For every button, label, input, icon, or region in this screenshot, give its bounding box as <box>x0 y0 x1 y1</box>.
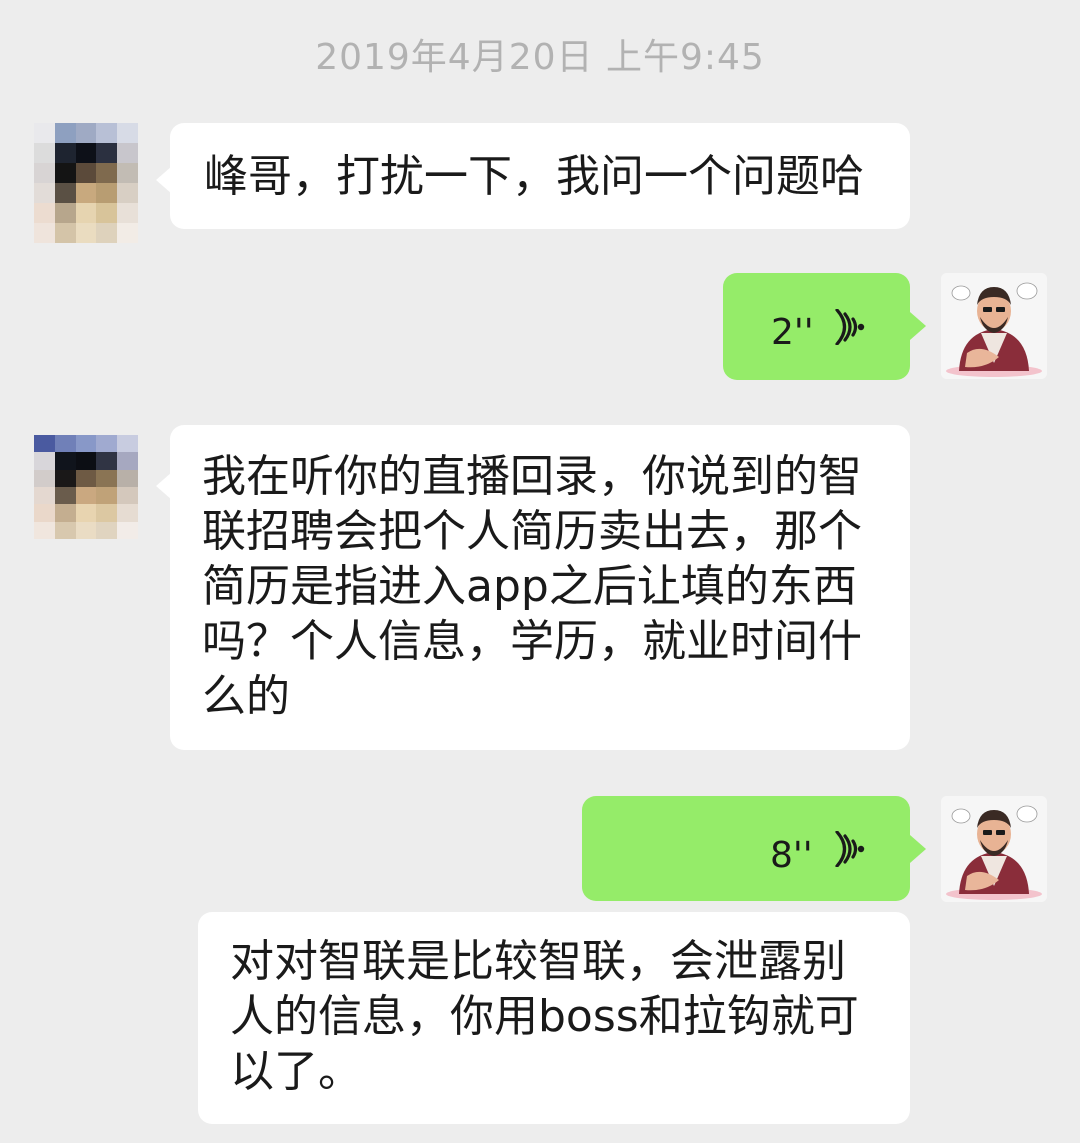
self-avatar[interactable] <box>941 796 1047 902</box>
message-text: 峰哥，打扰一下，我问一个问题哈 <box>204 151 864 202</box>
voice-wave-icon <box>835 309 865 345</box>
outgoing-text-bubble[interactable]: 对对智联是比较智联，会泄露别人的信息，你用boss和拉钩就可以了。 <box>198 912 910 1124</box>
contact-avatar[interactable] <box>34 123 138 243</box>
outgoing-voice-bubble[interactable]: 2'' <box>723 273 910 380</box>
cartoon-man-avatar-icon <box>941 273 1047 379</box>
message-text: 我在听你的直播回录，你说到的智联招聘会把个人简历卖出去，那个简历是指进入app之… <box>202 451 862 722</box>
incoming-message-bubble[interactable]: 我在听你的直播回录，你说到的智联招聘会把个人简历卖出去，那个简历是指进入app之… <box>170 425 910 750</box>
voice-wave-icon <box>835 831 865 867</box>
outgoing-bubble-tail <box>910 312 926 340</box>
chat-timestamp: 2019年4月20日 上午9:45 <box>315 37 765 78</box>
contact-avatar[interactable] <box>34 435 138 539</box>
incoming-message-bubble[interactable]: 峰哥，打扰一下，我问一个问题哈 <box>170 123 910 229</box>
self-avatar[interactable] <box>941 273 1047 379</box>
voice-duration: 2'' <box>771 312 814 353</box>
outgoing-voice-bubble[interactable]: 8'' <box>582 796 910 901</box>
cartoon-man-avatar-icon <box>941 796 1047 902</box>
outgoing-bubble-tail <box>910 835 926 863</box>
voice-duration: 8'' <box>770 835 813 876</box>
message-text: 对对智联是比较智联，会泄露别人的信息，你用boss和拉钩就可以了。 <box>230 936 859 1097</box>
